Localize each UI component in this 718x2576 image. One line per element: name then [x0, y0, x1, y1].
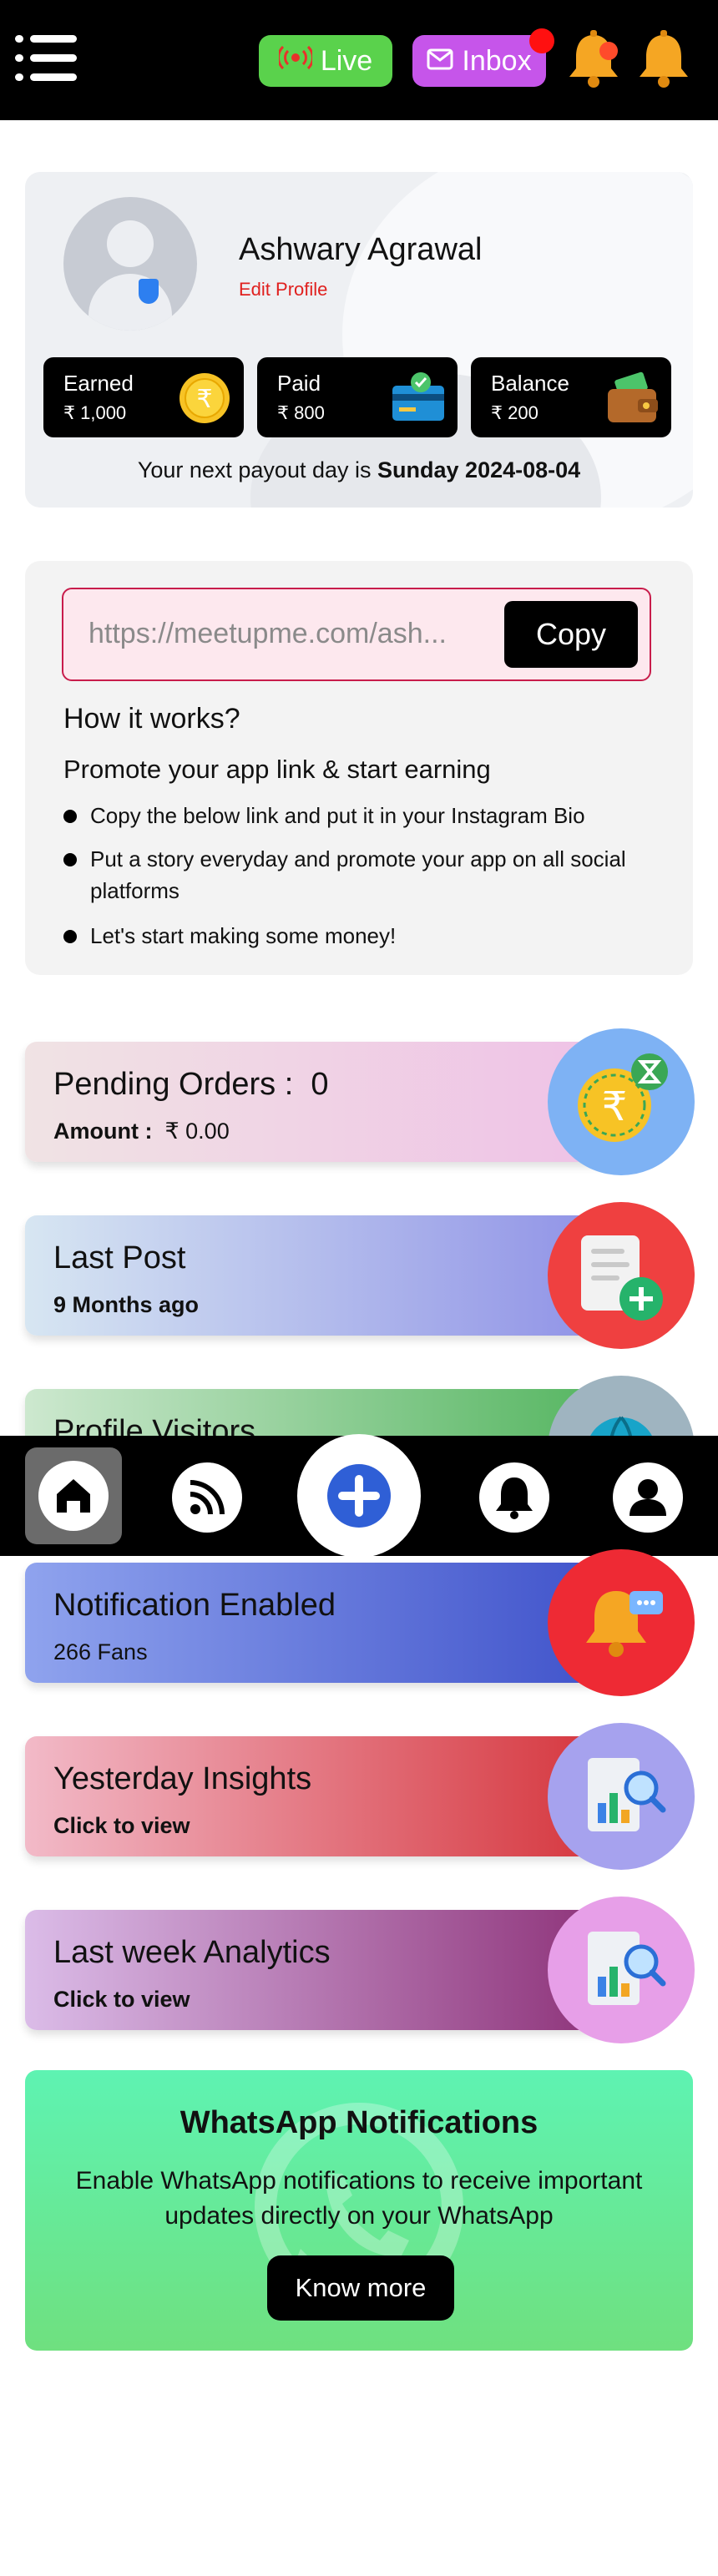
how-it-works-subtitle: Promote your app link & start earning: [63, 755, 491, 784]
live-label: Live: [320, 44, 373, 77]
live-button[interactable]: Live: [259, 35, 392, 87]
bell-icon[interactable]: [635, 30, 693, 90]
balance-value: ₹ 200: [491, 402, 538, 423]
payout-date: Sunday 2024-08-04: [377, 457, 581, 482]
app-link-field[interactable]: https://meetupme.com/ash...: [88, 618, 447, 650]
nav-feed[interactable]: [172, 1462, 242, 1533]
nav-add[interactable]: [297, 1434, 421, 1558]
bullet-icon: [63, 930, 77, 943]
last-week-analytics-card[interactable]: Last week Analytics Click to view: [25, 1910, 635, 2030]
last-post-card[interactable]: Last Post 9 Months ago: [25, 1215, 635, 1336]
pending-amount-value: ₹ 0.00: [164, 1119, 230, 1144]
mail-icon: [427, 45, 453, 78]
inbox-label: Inbox: [462, 44, 532, 77]
feed-icon: [190, 1480, 225, 1515]
new-post-icon: [548, 1202, 695, 1349]
payout-info: Your next payout day is Sunday 2024-08-0…: [25, 457, 693, 483]
nav-notifications[interactable]: [479, 1462, 549, 1533]
yesterday-insights-title: Yesterday Insights: [53, 1761, 312, 1796]
pending-amount: Amount : ₹ 0.00: [53, 1119, 230, 1144]
earned-stat: Earned ₹ 1,000 ₹: [43, 357, 244, 437]
nav-profile[interactable]: [613, 1462, 683, 1533]
profile-name: Ashwary Agrawal: [239, 232, 483, 267]
rupee-coin-icon: ₹: [180, 373, 230, 423]
balance-label: Balance: [491, 371, 569, 396]
report-search-icon: [548, 1723, 695, 1870]
notification-enabled-title: Notification Enabled: [53, 1588, 336, 1623]
know-more-button[interactable]: Know more: [267, 2255, 454, 2321]
edit-profile-link[interactable]: Edit Profile: [239, 279, 327, 301]
notification-fans: 266 Fans: [53, 1639, 148, 1664]
profile-card: Ashwary Agrawal Edit Profile Earned ₹ 1,…: [25, 172, 693, 508]
balance-stat: Balance ₹ 200: [471, 357, 671, 437]
bell-chat-icon: [548, 1549, 695, 1696]
inbox-button[interactable]: Inbox: [412, 28, 554, 87]
whatsapp-title: WhatsApp Notifications: [180, 2105, 538, 2140]
bottom-nav: [0, 1434, 718, 1558]
notification-enabled-card[interactable]: Notification Enabled 266 Fans: [25, 1563, 635, 1683]
pending-orders-icon: ₹: [548, 1028, 695, 1175]
step-item: Copy the below link and put it in your I…: [90, 803, 585, 828]
step-item: Let's start making some money!: [90, 923, 397, 948]
bullet-icon: [63, 853, 77, 866]
last-week-analytics-title: Last week Analytics: [53, 1935, 331, 1970]
avatar[interactable]: [63, 197, 197, 331]
pending-orders-title: Pending Orders : 0: [53, 1067, 329, 1102]
pending-orders-card[interactable]: Pending Orders : 0 Amount : ₹ 0.00: [25, 1042, 635, 1162]
live-broadcast-icon: [276, 45, 314, 78]
svg-text:₹: ₹: [602, 1083, 628, 1130]
wallet-icon: [608, 371, 658, 422]
app-link-box: https://meetupme.com/ash... Copy: [62, 588, 651, 681]
last-post-subtitle: 9 Months ago: [53, 1292, 199, 1317]
notification-dot: [529, 28, 554, 53]
copy-button[interactable]: Copy: [504, 601, 638, 668]
add-icon: [327, 1464, 391, 1528]
home-icon: [57, 1479, 90, 1513]
nav-home[interactable]: [25, 1447, 122, 1544]
earned-value: ₹ 1,000: [63, 402, 127, 423]
paid-stat: Paid ₹ 800: [257, 357, 458, 437]
pending-orders-count: 0: [311, 1067, 329, 1102]
payout-prefix: Your next payout day is: [137, 457, 372, 482]
promo-card: https://meetupme.com/ash... Copy How it …: [25, 561, 693, 975]
earned-label: Earned: [63, 371, 134, 396]
profile-icon: [630, 1479, 666, 1516]
svg-text:₹: ₹: [196, 385, 212, 414]
last-post-title: Last Post: [53, 1240, 186, 1275]
paid-label: Paid: [277, 371, 321, 396]
bell-icon[interactable]: [564, 30, 623, 90]
report-search-icon: [548, 1897, 695, 2043]
card-check-icon: [392, 372, 444, 421]
paid-value: ₹ 800: [277, 402, 325, 423]
top-bar: Live Inbox: [0, 0, 718, 120]
how-it-works-title: How it works?: [63, 703, 240, 735]
yesterday-insights-subtitle: Click to view: [53, 1813, 190, 1838]
whatsapp-description: Enable WhatsApp notifications to receive…: [75, 2167, 643, 2230]
whatsapp-card: WhatsApp Notifications Enable WhatsApp n…: [25, 2070, 693, 2351]
yesterday-insights-card[interactable]: Yesterday Insights Click to view: [25, 1736, 635, 1856]
notifications-icon: [496, 1477, 533, 1519]
bell-alert-dot: [599, 42, 618, 60]
menu-icon[interactable]: [15, 33, 77, 83]
last-week-analytics-subtitle: Click to view: [53, 1987, 190, 2012]
step-item: Put a story everyday and promote your ap…: [90, 846, 626, 903]
bullet-icon: [63, 810, 77, 823]
